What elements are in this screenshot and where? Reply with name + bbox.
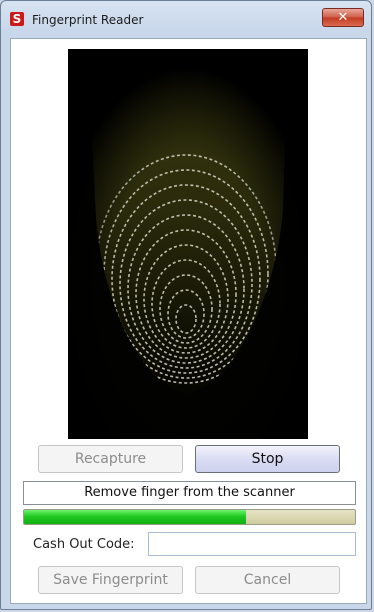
stop-button[interactable]: Stop xyxy=(195,445,340,473)
fingerprint-reader-window: S Fingerprint Reader ✕ Recapture Stop Re… xyxy=(0,0,372,610)
recapture-button[interactable]: Recapture xyxy=(38,445,183,473)
title-bar[interactable]: S Fingerprint Reader ✕ xyxy=(1,1,371,33)
window-title: Fingerprint Reader xyxy=(32,13,144,27)
status-message: Remove finger from the scanner xyxy=(23,481,356,505)
cash-out-code-input[interactable] xyxy=(148,532,356,556)
save-fingerprint-button[interactable]: Save Fingerprint xyxy=(38,566,183,594)
fingerprint-image xyxy=(68,49,308,439)
close-button[interactable]: ✕ xyxy=(322,8,364,27)
app-logo-icon: S xyxy=(10,12,24,26)
cancel-button[interactable]: Cancel xyxy=(195,566,340,594)
cash-out-code-label: Cash Out Code: xyxy=(33,537,135,552)
dialog-body: Recapture Stop Remove finger from the sc… xyxy=(10,38,367,604)
scan-progress-bar xyxy=(23,509,356,525)
progress-fill xyxy=(24,510,246,524)
fingerprint-scan-graphic xyxy=(68,49,308,439)
